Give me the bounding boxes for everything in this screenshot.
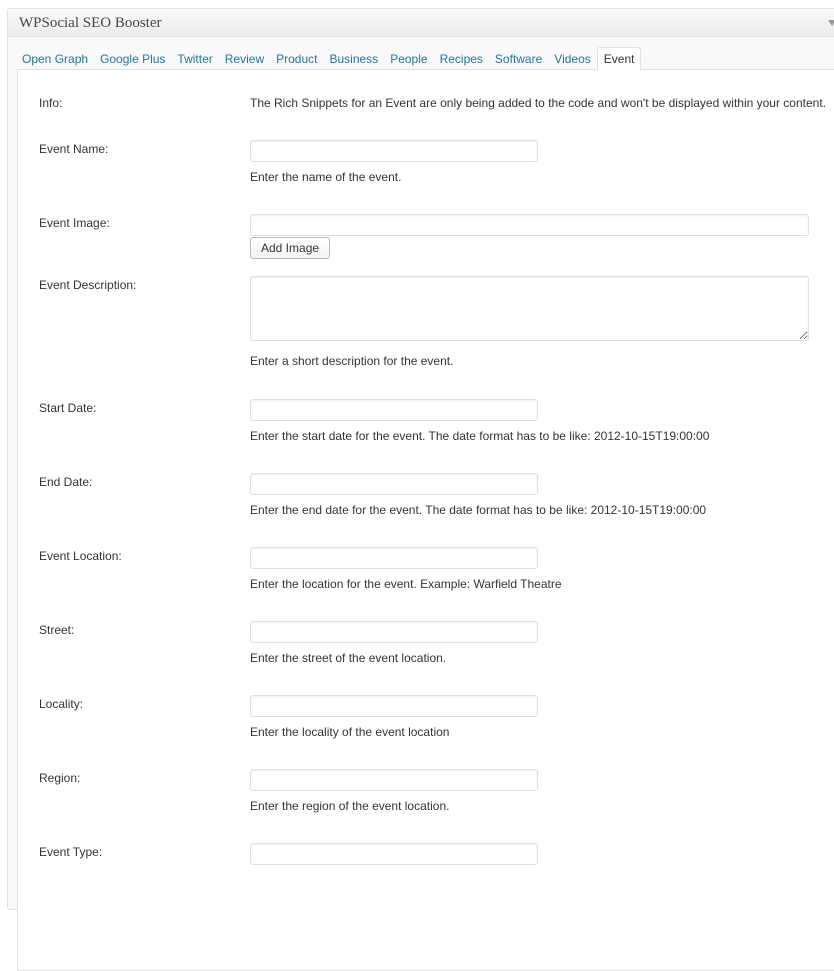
- locality-label: Locality:: [39, 697, 84, 711]
- wpsocial-seo-booster-metabox: WPSocial SEO Booster Open Graph Google P…: [7, 8, 834, 971]
- info-text: The Rich Snippets for an Event are only …: [250, 96, 826, 110]
- start-date-input[interactable]: [250, 399, 538, 421]
- event-name-input[interactable]: [250, 140, 538, 162]
- tab-people[interactable]: People: [384, 48, 433, 70]
- metabox-title: WPSocial SEO Booster: [19, 15, 162, 31]
- street-input[interactable]: [250, 621, 538, 643]
- event-image-input[interactable]: [250, 214, 809, 236]
- end-date-input[interactable]: [250, 473, 538, 495]
- end-date-label: End Date:: [39, 475, 93, 489]
- tab-software[interactable]: Software: [489, 48, 548, 70]
- event-image-label: Event Image:: [39, 216, 110, 230]
- event-name-description: Enter the name of the event.: [250, 170, 402, 184]
- event-description-label: Event Description:: [39, 278, 137, 292]
- event-type-label: Event Type:: [39, 845, 103, 859]
- tab-twitter[interactable]: Twitter: [171, 48, 218, 70]
- start-date-description: Enter the start date for the event. The …: [250, 429, 710, 443]
- tab-google-plus[interactable]: Google Plus: [94, 48, 171, 70]
- region-description: Enter the region of the event location.: [250, 799, 450, 813]
- region-input[interactable]: [250, 769, 538, 791]
- metabox-header[interactable]: WPSocial SEO Booster: [8, 9, 834, 37]
- tab-open-graph[interactable]: Open Graph: [16, 48, 94, 70]
- event-name-label: Event Name:: [39, 142, 109, 156]
- info-label: Info:: [39, 96, 63, 110]
- tab-bar: Open Graph Google Plus Twitter Review Pr…: [8, 46, 834, 71]
- tab-videos[interactable]: Videos: [548, 48, 596, 70]
- tab-review[interactable]: Review: [219, 48, 270, 70]
- tab-business[interactable]: Business: [323, 48, 384, 70]
- tab-product[interactable]: Product: [270, 48, 323, 70]
- start-date-label: Start Date:: [39, 401, 97, 415]
- event-description-textarea[interactable]: [250, 276, 809, 341]
- tab-event[interactable]: Event: [596, 47, 642, 71]
- end-date-description: Enter the end date for the event. The da…: [250, 503, 707, 517]
- event-description-description: Enter a short description for the event.: [250, 354, 454, 368]
- street-description: Enter the street of the event location.: [250, 651, 447, 665]
- locality-input[interactable]: [250, 695, 538, 717]
- triangle-down-icon[interactable]: [828, 20, 834, 26]
- locality-description: Enter the locality of the event location: [250, 725, 450, 739]
- region-label: Region:: [39, 771, 81, 785]
- event-location-description: Enter the location for the event. Exampl…: [250, 577, 562, 591]
- event-location-label: Event Location:: [39, 549, 122, 563]
- event-location-input[interactable]: [250, 547, 538, 569]
- event-type-input[interactable]: [250, 843, 538, 865]
- street-label: Street:: [39, 623, 75, 637]
- event-tab-panel: Info: The Rich Snippets for an Event are…: [17, 69, 834, 971]
- tab-recipes[interactable]: Recipes: [434, 48, 489, 70]
- add-image-button[interactable]: Add Image: [250, 237, 331, 259]
